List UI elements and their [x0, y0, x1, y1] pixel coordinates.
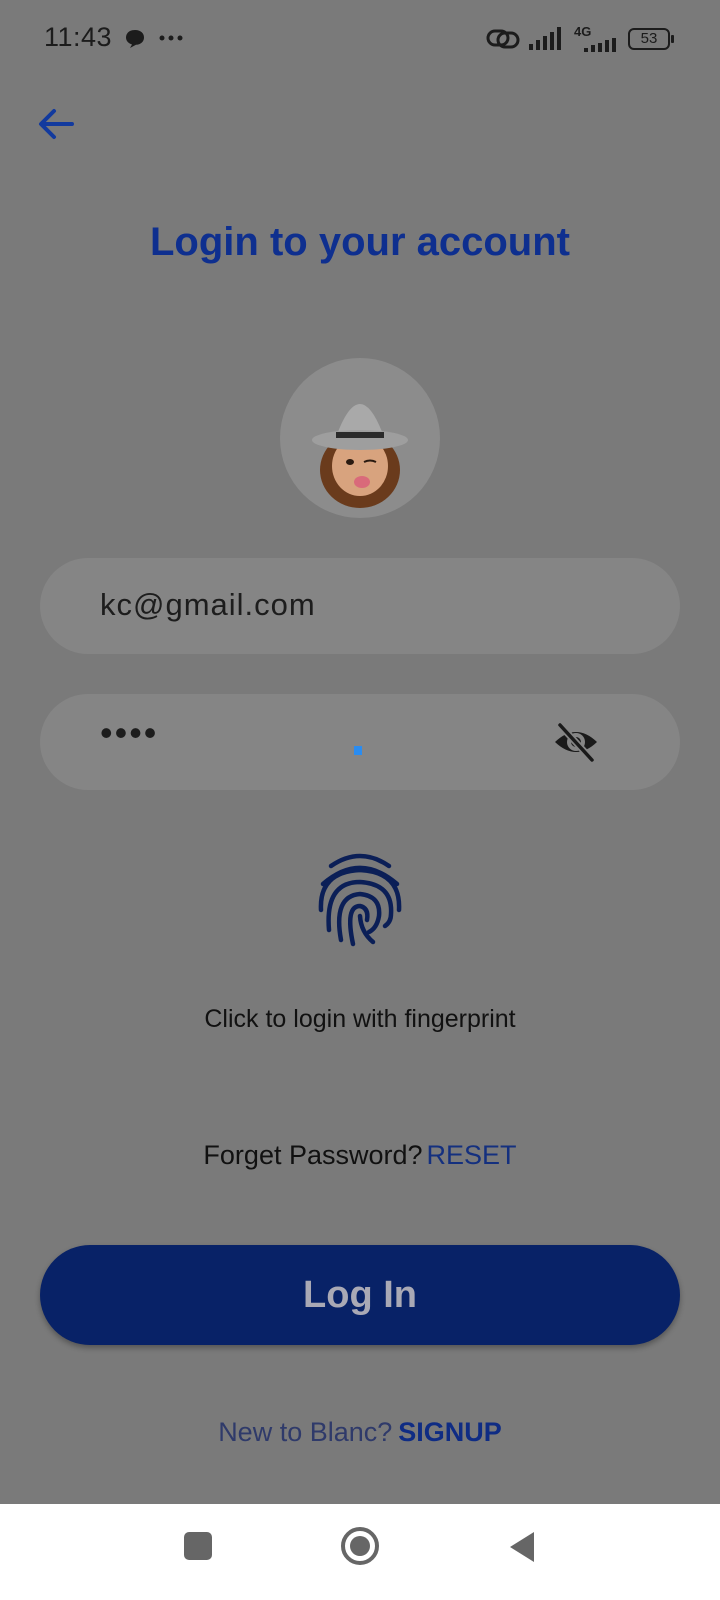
avatar[interactable] [280, 358, 440, 518]
battery-level: 53 [640, 30, 658, 47]
signal-icon [529, 27, 561, 50]
signal-icon [584, 38, 616, 52]
fingerprint-icon[interactable] [315, 852, 405, 948]
link-icon [486, 29, 520, 49]
forgot-password-label: Forget Password? [203, 1140, 423, 1170]
reset-link[interactable]: RESET [427, 1140, 517, 1170]
chat-bubble-icon [126, 30, 144, 48]
back-arrow-icon[interactable] [32, 100, 80, 148]
password-value: •••• [100, 712, 159, 753]
fingerprint-label: Click to login with fingerprint [204, 1005, 516, 1033]
memoji-illustration [312, 404, 408, 508]
email-field[interactable]: kc@gmail.com [40, 558, 680, 654]
status-bar: 11:43 4G 53 [0, 0, 720, 80]
password-field[interactable]: •••• [40, 694, 680, 790]
battery-tip [671, 35, 674, 43]
home-icon[interactable] [340, 1526, 380, 1566]
text-cursor [354, 746, 362, 755]
network-type: 4G [574, 24, 592, 39]
status-time: 11:43 [44, 22, 113, 52]
more-icon [159, 35, 183, 41]
forgot-password-row: Forget Password? RESET [0, 1140, 720, 1171]
login-button[interactable]: Log In [40, 1245, 680, 1345]
recents-icon[interactable] [182, 1530, 214, 1562]
eye-off-icon[interactable] [552, 720, 600, 764]
email-value: kc@gmail.com [100, 587, 316, 622]
navigation-bar [0, 1504, 720, 1600]
signup-link[interactable]: SIGNUP [398, 1417, 502, 1447]
page-title: Login to your account [150, 220, 570, 264]
signup-question: New to Blanc? [218, 1417, 393, 1447]
back-nav-icon[interactable] [506, 1530, 538, 1564]
battery-icon: 53 [628, 28, 670, 50]
signup-row: New to Blanc? SIGNUP [0, 1417, 720, 1448]
